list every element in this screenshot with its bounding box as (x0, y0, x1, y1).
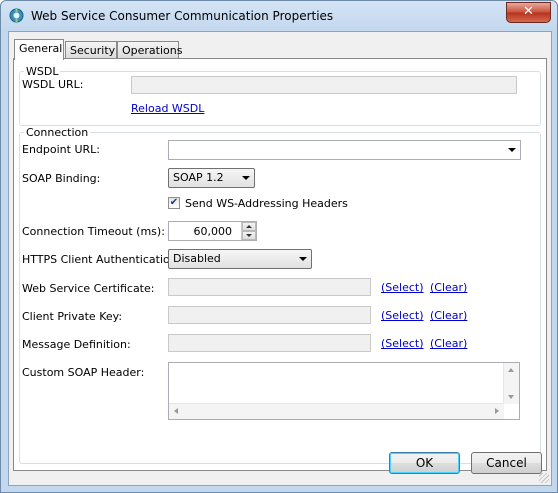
custom-header-textarea[interactable] (168, 362, 520, 420)
app-gear-icon (9, 8, 24, 23)
ok-button[interactable]: OK (389, 452, 460, 474)
endpoint-url-label: Endpoint URL: (22, 143, 100, 156)
horizontal-scrollbar[interactable] (169, 403, 504, 419)
certificate-label: Web Service Certificate: (22, 282, 155, 295)
private-key-label: Client Private Key: (22, 310, 123, 323)
connection-group: Connection Endpoint URL: SOAP Binding: S… (19, 126, 541, 464)
tab-panel-general: WSDL WSDL URL: Reload WSDL Connection En… (13, 58, 547, 471)
scroll-right-icon[interactable] (495, 408, 499, 414)
private-key-field (168, 306, 371, 324)
certificate-select-link[interactable]: (Select) (381, 281, 424, 294)
checkmark-icon: ✔ (169, 197, 179, 208)
resize-grip-icon[interactable] (539, 473, 549, 483)
private-key-select-link[interactable]: (Select) (381, 309, 424, 322)
https-auth-value: Disabled (173, 252, 221, 265)
spinner-down-icon[interactable] (242, 231, 256, 240)
certificate-clear-link[interactable]: (Clear) (430, 281, 467, 294)
ws-addressing-checkbox[interactable]: ✔ (168, 197, 180, 209)
soap-binding-select[interactable]: SOAP 1.2 (168, 168, 255, 188)
chevron-down-icon (299, 257, 307, 261)
message-def-clear-link[interactable]: (Clear) (430, 337, 467, 350)
endpoint-url-combo[interactable] (168, 140, 521, 160)
soap-binding-value: SOAP 1.2 (173, 171, 224, 184)
custom-header-label: Custom SOAP Header: (22, 366, 145, 379)
tab-general[interactable]: General (14, 39, 64, 60)
private-key-clear-link[interactable]: (Clear) (430, 309, 467, 322)
scroll-down-icon[interactable] (508, 395, 514, 399)
chevron-down-icon (242, 176, 250, 180)
window-title: Web Service Consumer Communication Prope… (31, 9, 334, 23)
close-icon: ✕ (523, 4, 534, 19)
connection-group-title: Connection (24, 126, 91, 139)
wsdl-url-label: WSDL URL: (22, 78, 84, 91)
tab-security[interactable]: Security (65, 41, 117, 58)
tab-operations[interactable]: Operations (117, 41, 182, 58)
timeout-spinner[interactable]: 60,000 (168, 221, 257, 241)
message-def-select-link[interactable]: (Select) (381, 337, 424, 350)
title-bar: Web Service Consumer Communication Prope… (1, 1, 557, 31)
dialog-client: General Security Operations WSDL WSDL UR… (8, 31, 552, 486)
timeout-value: 60,000 (193, 225, 233, 238)
https-auth-label: HTTPS Client Authentication: (22, 253, 181, 266)
certificate-field (168, 278, 371, 296)
scroll-up-icon[interactable] (508, 368, 514, 372)
message-def-field (168, 334, 371, 352)
timeout-label: Connection Timeout (ms): (22, 225, 165, 238)
wsdl-group: WSDL WSDL URL: Reload WSDL (19, 65, 541, 126)
https-auth-select[interactable]: Disabled (168, 249, 312, 269)
wsdl-url-field[interactable] (131, 76, 517, 94)
reload-wsdl-link[interactable]: Reload WSDL (131, 102, 204, 115)
dialog-window: Web Service Consumer Communication Prope… (0, 0, 558, 493)
cancel-button[interactable]: Cancel (471, 452, 542, 474)
message-def-label: Message Definition: (22, 338, 131, 351)
close-button[interactable]: ✕ (506, 2, 551, 23)
wsdl-group-title: WSDL (24, 65, 61, 78)
spinner-up-icon[interactable] (242, 222, 256, 231)
soap-binding-label: SOAP Binding: (22, 172, 101, 185)
chevron-down-icon (508, 148, 516, 152)
spinner-buttons (241, 222, 256, 240)
scroll-left-icon[interactable] (174, 408, 178, 414)
vertical-scrollbar[interactable] (503, 363, 519, 404)
ws-addressing-label: Send WS-Addressing Headers (185, 197, 348, 210)
